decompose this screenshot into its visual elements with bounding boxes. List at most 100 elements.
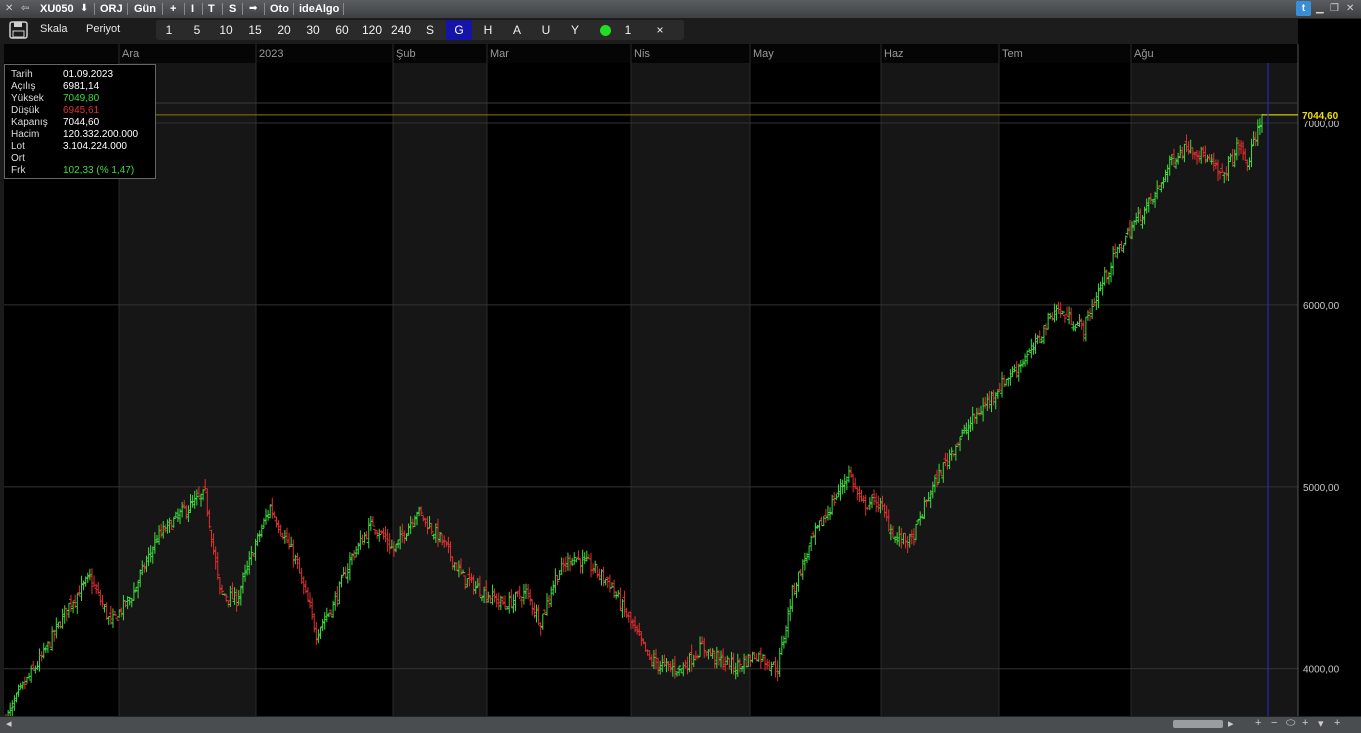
period-a[interactable]: A xyxy=(504,20,530,40)
ohlc-bar xyxy=(322,612,327,630)
indicator-dot-icon[interactable] xyxy=(600,25,611,36)
ohlc-bar xyxy=(1113,243,1118,258)
ohlc-bar xyxy=(87,568,92,581)
period-60[interactable]: 60 xyxy=(329,20,355,40)
ohlc-bar xyxy=(612,579,617,598)
ohlc-bar xyxy=(297,557,302,574)
ohlc-bar xyxy=(503,595,508,610)
period-s[interactable]: S xyxy=(418,20,442,40)
ohlc-bar xyxy=(555,574,560,586)
idealgo-button[interactable]: ideAlgo xyxy=(299,2,339,16)
period-h[interactable]: H xyxy=(475,20,501,40)
plus-button-2[interactable]: + xyxy=(1334,717,1340,729)
ohlc-bar xyxy=(574,558,579,563)
period-240[interactable]: 240 xyxy=(387,20,415,40)
period-20[interactable]: 20 xyxy=(271,20,297,40)
ohlc-bar xyxy=(108,605,113,625)
zoom-icon[interactable]: ⬭ xyxy=(1286,717,1295,730)
ohlc-bar xyxy=(758,647,763,670)
restore-icon[interactable]: ❐ xyxy=(1330,2,1339,16)
minimize-icon[interactable]: ▁ xyxy=(1316,2,1324,16)
zoom-in-button[interactable]: + xyxy=(1255,717,1261,729)
ohlc-bar xyxy=(834,493,839,501)
month-label: Mar xyxy=(490,48,509,60)
ohlc-bar xyxy=(1083,316,1088,342)
ohlc-bar xyxy=(362,532,367,544)
oto-button[interactable]: Oto xyxy=(270,2,289,16)
close-indicator-button[interactable]: × xyxy=(648,20,672,40)
info-value: 6945,61 xyxy=(63,105,100,116)
close-small-icon[interactable]: ✕ xyxy=(5,2,13,16)
ohlc-bar xyxy=(314,621,319,645)
ohlc-bar xyxy=(282,530,287,544)
info-label: Hacim xyxy=(11,129,40,140)
ohlc-bar xyxy=(557,570,562,581)
period-menu[interactable]: Periyot xyxy=(86,23,120,35)
scroll-right-icon[interactable]: ▸ xyxy=(1228,717,1234,730)
month-band xyxy=(393,63,487,716)
ohlc-bar xyxy=(347,552,352,581)
ohlc-bar xyxy=(538,622,543,636)
t-button[interactable]: T xyxy=(208,2,215,16)
period-u[interactable]: U xyxy=(533,20,559,40)
ohlc-bar xyxy=(1117,243,1122,254)
s-button[interactable]: S xyxy=(229,2,236,16)
ohlc-bar xyxy=(278,524,283,537)
ohlc-bar xyxy=(1002,375,1007,388)
ohlc-bar xyxy=(1085,310,1090,321)
ohlc-bar xyxy=(266,509,271,521)
floppy-icon[interactable] xyxy=(9,21,29,39)
ohlc-bar xyxy=(79,575,84,601)
ohlc-bar xyxy=(326,612,331,618)
scale-menu[interactable]: Skala xyxy=(40,23,68,35)
info-value: 7049,80 xyxy=(63,93,100,104)
ohlc-bar xyxy=(1109,262,1114,283)
menu-button[interactable]: ▾ xyxy=(1318,717,1324,730)
ohlc-bar xyxy=(106,616,111,625)
zoom-out-button[interactable]: − xyxy=(1271,717,1277,729)
ohlc-bar xyxy=(494,593,499,608)
y-tick-label: 4000,00 xyxy=(1303,665,1340,676)
ohlc-bar xyxy=(823,509,828,523)
ohlc-bar xyxy=(553,568,558,593)
period-30[interactable]: 30 xyxy=(300,20,326,40)
ohlc-bar xyxy=(869,494,874,509)
title-bar: ✕ ⇦ XU050 ⬇ ORJ Gün + I T S ➡ Oto ideAlg… xyxy=(0,0,1361,19)
y-tick-label: 5000,00 xyxy=(1303,483,1340,494)
close-icon[interactable]: ✕ xyxy=(1346,2,1354,16)
gun-button[interactable]: Gün xyxy=(134,2,156,16)
plus-button[interactable]: + xyxy=(170,2,176,16)
ohlc-bar xyxy=(305,587,310,603)
scroll-left-icon[interactable]: ◂ xyxy=(6,717,12,730)
period-g[interactable]: G xyxy=(446,20,472,40)
period-15[interactable]: 15 xyxy=(242,20,268,40)
ohlc-bar xyxy=(1069,307,1074,326)
twitter-icon[interactable]: t xyxy=(1296,1,1311,16)
i-button[interactable]: I xyxy=(191,2,194,16)
symbol-label[interactable]: XU050 xyxy=(40,2,74,16)
ohlc-bar xyxy=(1056,301,1061,314)
ohlc-bar xyxy=(56,621,61,629)
scroll-thumb[interactable] xyxy=(1173,720,1223,728)
ohlc-bar xyxy=(41,642,46,659)
indicator-count[interactable]: 1 xyxy=(618,20,638,40)
ohlc-bar xyxy=(1067,306,1072,325)
ohlc-info-panel: Tarih 01.09.2023 Açılış 6981,14 Yüksek 7049,8… xyxy=(4,64,156,179)
price-chart[interactable]: Ara 2023 Şub Mar Nis May Haz Tem Ağu 4000,00 5000… xyxy=(0,44,1361,716)
period-1[interactable]: 1 xyxy=(156,20,182,40)
ohlc-bar xyxy=(519,596,524,608)
period-5[interactable]: 5 xyxy=(184,20,210,40)
period-120[interactable]: 120 xyxy=(358,20,386,40)
ohlc-bar xyxy=(626,611,631,623)
arrow-down-icon[interactable]: ⬇ xyxy=(80,2,88,16)
ohlc-bar xyxy=(18,682,23,690)
period-10[interactable]: 10 xyxy=(213,20,239,40)
ohlc-bar xyxy=(507,591,512,614)
arrow-right-icon[interactable]: ➡ xyxy=(249,2,257,16)
ohlc-bar xyxy=(1125,227,1130,236)
period-y[interactable]: Y xyxy=(562,20,588,40)
ohlc-bar xyxy=(771,661,776,666)
arrow-left-icon[interactable]: ⇦ xyxy=(21,2,29,16)
add-button[interactable]: + xyxy=(1302,717,1308,729)
orj-button[interactable]: ORJ xyxy=(100,2,123,16)
